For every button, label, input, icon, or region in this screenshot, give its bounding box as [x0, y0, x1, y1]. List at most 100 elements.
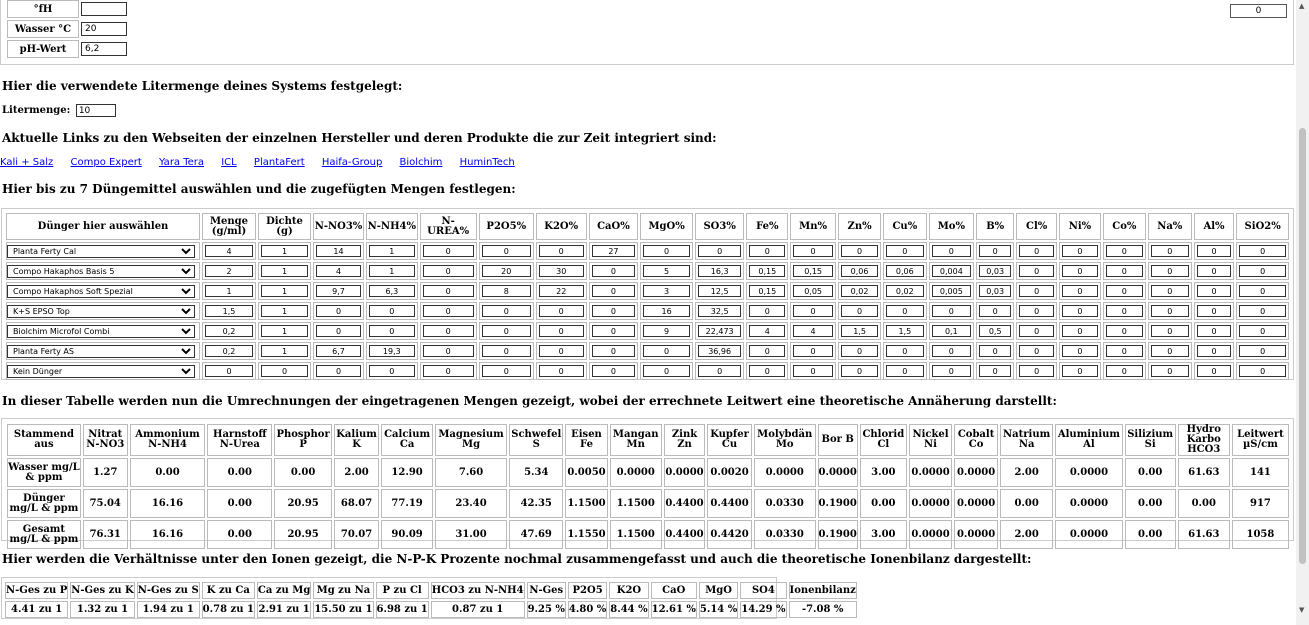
dunger-value-input[interactable]	[260, 285, 308, 297]
dunger-value-input[interactable]	[1019, 285, 1055, 297]
dunger-value-input[interactable]	[931, 245, 972, 257]
dunger-value-input[interactable]	[793, 305, 834, 317]
dunger-value-input[interactable]	[591, 365, 636, 377]
scrollbar-thumb[interactable]	[1299, 128, 1306, 564]
dunger-value-input[interactable]	[538, 245, 584, 257]
dunger-value-input[interactable]	[369, 245, 415, 257]
dunger-value-input[interactable]	[697, 365, 742, 377]
dunger-value-input[interactable]	[886, 365, 924, 377]
dunger-value-input[interactable]	[793, 265, 834, 277]
link-icl[interactable]: ICL	[221, 157, 237, 168]
dunger-value-input[interactable]	[369, 265, 415, 277]
dunger-value-input[interactable]	[1019, 345, 1055, 357]
dunger-value-input[interactable]	[1196, 325, 1232, 337]
dunger-value-input[interactable]	[643, 285, 690, 297]
dunger-value-input[interactable]	[979, 245, 1012, 257]
dunger-value-input[interactable]	[260, 365, 308, 377]
dunger-value-input[interactable]	[1150, 245, 1189, 257]
link-haifa-group[interactable]: Haifa-Group	[322, 157, 383, 168]
dunger-value-input[interactable]	[793, 245, 834, 257]
dunger-value-input[interactable]	[749, 365, 786, 377]
vertical-scrollbar[interactable]: ▲ ▼	[1296, 0, 1309, 625]
dunger-value-input[interactable]	[538, 325, 584, 337]
dunger-value-input[interactable]	[697, 245, 742, 257]
dunger-value-input[interactable]	[315, 305, 362, 317]
dunger-value-input[interactable]	[315, 345, 362, 357]
dunger-value-input[interactable]	[1239, 285, 1286, 297]
dunger-value-input[interactable]	[697, 345, 742, 357]
dunger-value-input[interactable]	[481, 325, 531, 337]
dunger-value-input[interactable]	[931, 325, 972, 337]
dunger-value-input[interactable]	[1196, 305, 1232, 317]
dunger-value-input[interactable]	[1150, 325, 1189, 337]
dunger-value-input[interactable]	[1105, 285, 1143, 297]
dunger-value-input[interactable]	[481, 365, 531, 377]
dunger-value-input[interactable]	[422, 285, 474, 297]
dunger-value-input[interactable]	[643, 305, 690, 317]
dunger-select[interactable]: Planta Ferty AS	[7, 344, 195, 358]
dunger-value-input[interactable]	[1196, 345, 1232, 357]
dunger-value-input[interactable]	[1105, 305, 1143, 317]
dunger-value-input[interactable]	[841, 245, 879, 257]
dunger-value-input[interactable]	[979, 365, 1012, 377]
dunger-select[interactable]: Biolchim Microfol Combi	[7, 324, 195, 338]
dunger-value-input[interactable]	[1196, 265, 1232, 277]
dunger-value-input[interactable]	[205, 285, 253, 297]
link-humintech[interactable]: HuminTech	[460, 157, 515, 168]
dunger-value-input[interactable]	[481, 265, 531, 277]
dunger-value-input[interactable]	[481, 305, 531, 317]
dunger-value-input[interactable]	[591, 325, 636, 337]
dunger-value-input[interactable]	[749, 245, 786, 257]
link-compo-expert[interactable]: Compo Expert	[71, 157, 142, 168]
dunger-value-input[interactable]	[749, 265, 786, 277]
dunger-value-input[interactable]	[260, 245, 308, 257]
dunger-value-input[interactable]	[315, 245, 362, 257]
water-right-input[interactable]	[1230, 4, 1287, 18]
dunger-value-input[interactable]	[205, 305, 253, 317]
dunger-value-input[interactable]	[886, 265, 924, 277]
dunger-value-input[interactable]	[591, 245, 636, 257]
dunger-value-input[interactable]	[591, 265, 636, 277]
dunger-value-input[interactable]	[1150, 345, 1189, 357]
water-ph-input[interactable]	[81, 42, 127, 56]
dunger-value-input[interactable]	[1062, 305, 1098, 317]
dunger-value-input[interactable]	[422, 265, 474, 277]
dunger-value-input[interactable]	[260, 345, 308, 357]
dunger-value-input[interactable]	[697, 265, 742, 277]
dunger-value-input[interactable]	[1196, 365, 1232, 377]
dunger-value-input[interactable]	[422, 245, 474, 257]
dunger-value-input[interactable]	[205, 265, 253, 277]
dunger-value-input[interactable]	[841, 305, 879, 317]
dunger-value-input[interactable]	[538, 365, 584, 377]
link-plantafert[interactable]: PlantaFert	[254, 157, 305, 168]
dunger-value-input[interactable]	[1105, 365, 1143, 377]
dunger-value-input[interactable]	[697, 325, 742, 337]
dunger-value-input[interactable]	[205, 345, 253, 357]
dunger-value-input[interactable]	[931, 365, 972, 377]
dunger-value-input[interactable]	[481, 245, 531, 257]
dunger-value-input[interactable]	[643, 265, 690, 277]
dunger-value-input[interactable]	[1239, 265, 1286, 277]
dunger-value-input[interactable]	[979, 265, 1012, 277]
dunger-value-input[interactable]	[481, 345, 531, 357]
dunger-value-input[interactable]	[793, 285, 834, 297]
water-temp-input[interactable]	[81, 22, 127, 36]
dunger-value-input[interactable]	[1062, 245, 1098, 257]
dunger-value-input[interactable]	[793, 325, 834, 337]
dunger-select[interactable]: Compo Hakaphos Soft Spezial	[7, 284, 195, 298]
dunger-value-input[interactable]	[886, 285, 924, 297]
dunger-value-input[interactable]	[538, 285, 584, 297]
dunger-value-input[interactable]	[1105, 265, 1143, 277]
dunger-value-input[interactable]	[369, 325, 415, 337]
dunger-value-input[interactable]	[1019, 265, 1055, 277]
dunger-value-input[interactable]	[1239, 345, 1286, 357]
dunger-value-input[interactable]	[1062, 265, 1098, 277]
dunger-value-input[interactable]	[591, 345, 636, 357]
dunger-value-input[interactable]	[1150, 265, 1189, 277]
dunger-value-input[interactable]	[1062, 285, 1098, 297]
dunger-value-input[interactable]	[931, 305, 972, 317]
dunger-value-input[interactable]	[749, 325, 786, 337]
dunger-value-input[interactable]	[315, 365, 362, 377]
link-yara-tera[interactable]: Yara Tera	[159, 157, 204, 168]
dunger-value-input[interactable]	[1062, 345, 1098, 357]
